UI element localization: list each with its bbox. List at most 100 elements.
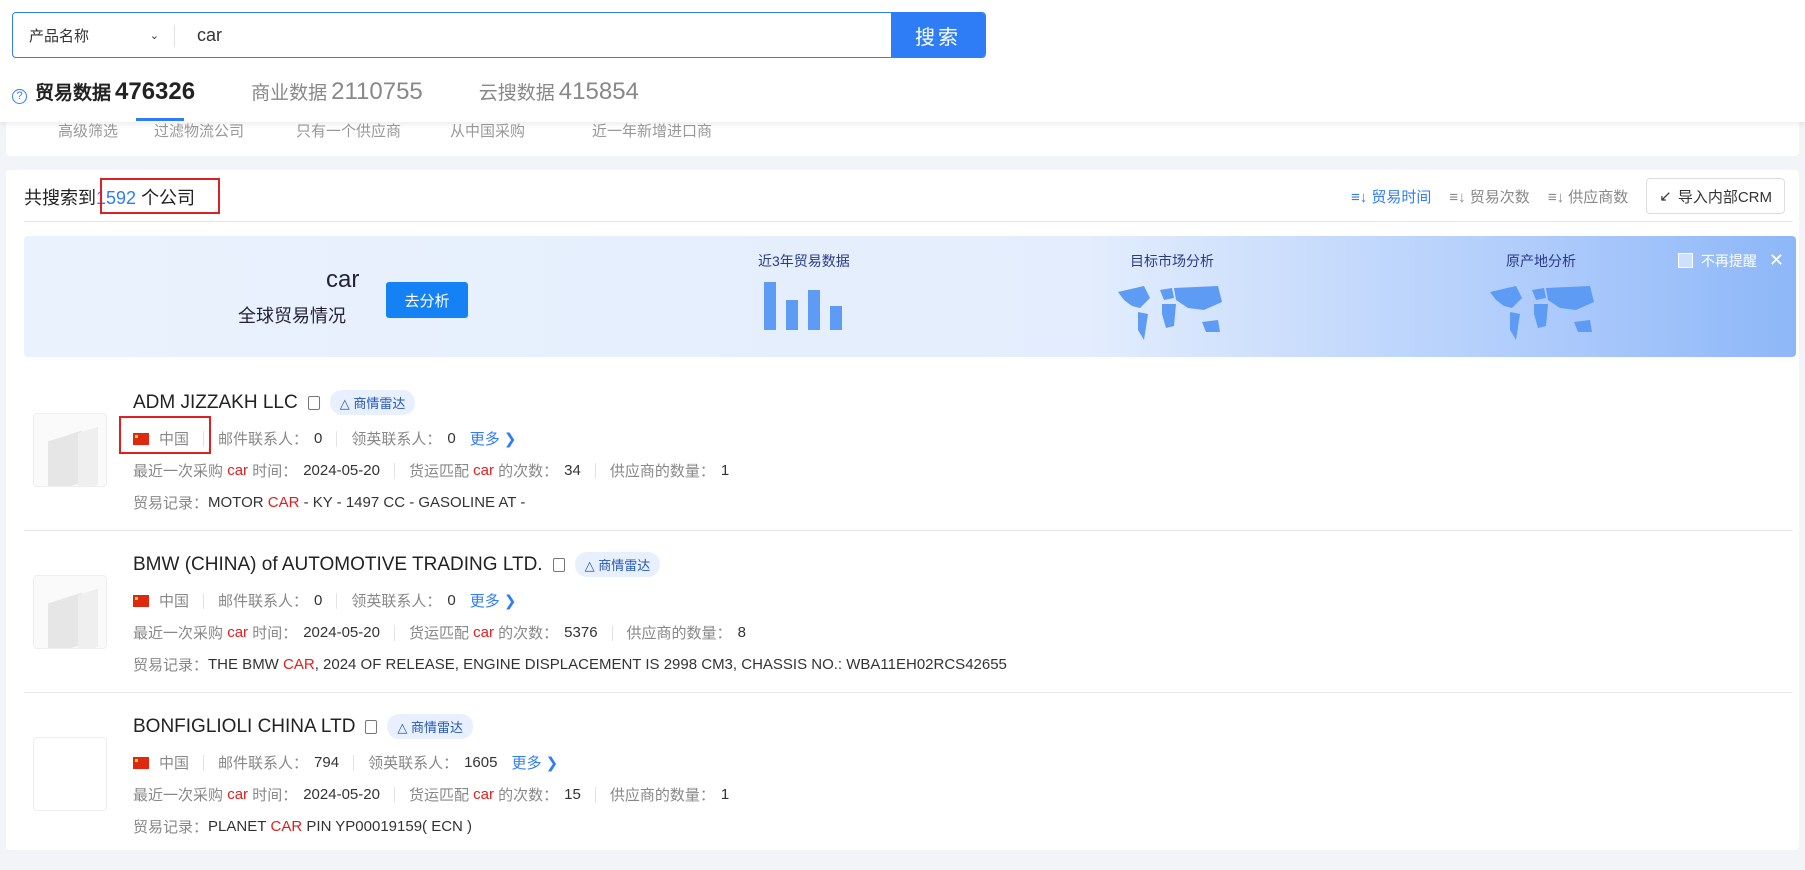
tab-count: 2110755 (331, 78, 423, 105)
label: 最近一次采购 (133, 787, 224, 804)
more-link[interactable]: 更多 ❯ (470, 590, 517, 611)
email-count: 0 (314, 430, 323, 447)
company-item: ADM JIZZAKH LLC △ 商情雷达 中国 邮件联系人： 0 领英联系人： 0 更多… (6, 386, 1799, 546)
china-flag-icon (133, 756, 149, 769)
linkedin-label: 领英联系人： (368, 755, 459, 772)
filter-tab[interactable]: 只有一个供应商 (296, 120, 401, 141)
filter-tab[interactable]: 从中国采购 (450, 120, 525, 141)
tab-business-data[interactable]: 商业数据 2110755 (251, 78, 423, 106)
sort-trade-time[interactable]: ≡↓ 贸易时间 (1351, 186, 1431, 207)
section-origin-label: 原产地分析 (1506, 253, 1576, 269)
filter-tab[interactable]: 过滤物流公司 (154, 120, 244, 141)
company-logo (33, 575, 107, 649)
highlight-box (119, 416, 211, 454)
copy-icon[interactable] (307, 395, 320, 410)
highlight-box (100, 178, 220, 214)
search-bar: 产品名称 ⌄ 搜索 (12, 12, 986, 58)
linkedin-count: 1605 (464, 754, 498, 771)
label: 供应商的数量： (609, 787, 715, 804)
filter-tab[interactable]: 近一年新增进口商 (592, 120, 712, 141)
more-link[interactable]: 更多 ❯ (511, 752, 558, 773)
linkedin-label: 领英联系人： (351, 593, 442, 610)
sort-options: ≡↓ 贸易时间 ≡↓ 贸易次数 ≡↓ 供应商数 ↙ 导入内部CRM (1351, 178, 1785, 214)
email-count: 0 (314, 592, 323, 609)
keyword: CAR (270, 818, 303, 835)
label: 贸易记录： (133, 495, 209, 512)
keyword: car (473, 624, 494, 641)
supplier-count: 8 (737, 624, 746, 641)
supplier-count: 1 (720, 786, 730, 803)
company-logo (33, 737, 107, 811)
copy-icon[interactable] (365, 719, 378, 734)
section-market-label: 目标市场分析 (1130, 253, 1214, 269)
label: 贸易记录： (133, 819, 209, 836)
help-icon[interactable]: ? (12, 89, 27, 104)
sort-label: 贸易时间 (1371, 188, 1432, 206)
tab-count: 415854 (558, 78, 639, 105)
more-link[interactable]: 更多 ❯ (470, 428, 517, 449)
china-flag-icon (133, 594, 149, 607)
close-icon[interactable]: ✕ (1769, 250, 1784, 271)
email-label: 邮件联系人： (218, 431, 309, 448)
label: 货运匹配 (408, 463, 469, 480)
search-input[interactable] (175, 13, 891, 57)
banner-keyword: car (326, 266, 360, 293)
company-logo (33, 413, 107, 487)
dismiss-reminder: 不再提醒 ✕ (1677, 250, 1784, 271)
section-trade-label: 近3年贸易数据 (758, 253, 850, 269)
search-button[interactable]: 搜索 (891, 13, 985, 57)
company-name[interactable]: ADM JIZZAKH LLC (133, 392, 298, 414)
label: 货运匹配 (408, 787, 469, 804)
sort-supplier-count[interactable]: ≡↓ 供应商数 (1548, 186, 1628, 207)
import-crm-button[interactable]: ↙ 导入内部CRM (1646, 178, 1785, 214)
dont-remind-checkbox[interactable] (1677, 253, 1693, 268)
country: 中国 (159, 755, 190, 772)
search-header: 产品名称 ⌄ 搜索 ? 贸易数据476326 商业数据2110755 云搜数据415… (0, 0, 1805, 122)
sort-label: 贸易次数 (1469, 188, 1530, 206)
results-card: 共搜索到1592 个公司 ≡↓ 贸易时间 ≡↓ 贸易次数 ≡↓ 供应商数 ↙ 导入… (6, 170, 1799, 850)
record-text: PIN YP00019159( ECN ) (306, 818, 473, 835)
label: 的次数： (498, 463, 559, 480)
analyze-button[interactable]: 去分析 (386, 282, 468, 318)
match-count: 15 (564, 786, 581, 803)
tab-label: 云搜数据 (478, 83, 555, 104)
import-icon: ↙ (1659, 188, 1672, 205)
email-count: 794 (314, 754, 340, 771)
crm-label: 导入内部CRM (1677, 188, 1772, 206)
tab-trade-data[interactable]: ? 贸易数据 476326 (12, 78, 195, 106)
record-text: PLANET (208, 818, 267, 835)
radar-label: 商情雷达 (411, 720, 464, 735)
company-name[interactable]: BONFIGLIOLI CHINA LTD (133, 716, 355, 738)
label: 的次数： (498, 787, 559, 804)
filter-tabs: 高级筛选 过滤物流公司 只有一个供应商 从中国采购 近一年新增进口商 (6, 118, 1799, 156)
search-type-select[interactable]: 产品名称 ⌄ (13, 13, 175, 57)
tab-cloud-data[interactable]: 云搜数据 415854 (479, 78, 639, 106)
more-label: 更多 (469, 431, 500, 448)
label: 的次数： (498, 625, 559, 642)
email-label: 邮件联系人： (218, 755, 309, 772)
label: 供应商的数量： (609, 463, 715, 480)
sort-trade-count[interactable]: ≡↓ 贸易次数 (1449, 186, 1529, 207)
copy-icon[interactable] (552, 557, 565, 572)
label: 最近一次采购 (133, 625, 224, 642)
chevron-down-icon: ⌄ (149, 29, 159, 42)
sort-label: 供应商数 (1568, 188, 1629, 206)
radar-badge[interactable]: △ 商情雷达 (387, 714, 474, 739)
banner-subtitle: 全球贸易情况 (238, 306, 346, 326)
label: 货运匹配 (408, 625, 469, 642)
radar-badge[interactable]: △ 商情雷达 (574, 552, 661, 577)
radar-label: 商情雷达 (353, 396, 406, 411)
radar-badge[interactable]: △ 商情雷达 (329, 390, 416, 415)
active-tab-indicator (136, 118, 184, 121)
record-text: - KY - 1497 CC - GASOLINE AT - (303, 494, 526, 511)
last-purchase: 2024-05-20 (303, 624, 380, 641)
world-map-icon (1490, 286, 1594, 340)
keyword: car (473, 462, 494, 479)
linkedin-count: 0 (447, 592, 456, 609)
tab-label: 商业数据 (251, 83, 328, 104)
record-text: , 2024 OF RELEASE, ENGINE DISPLACEMENT I… (314, 656, 1007, 673)
filter-tab[interactable]: 高级筛选 (58, 120, 118, 141)
company-name[interactable]: BMW (CHINA) of AUTOMOTIVE TRADING LTD. (133, 554, 543, 576)
match-count: 34 (564, 462, 581, 479)
email-label: 邮件联系人： (218, 593, 309, 610)
